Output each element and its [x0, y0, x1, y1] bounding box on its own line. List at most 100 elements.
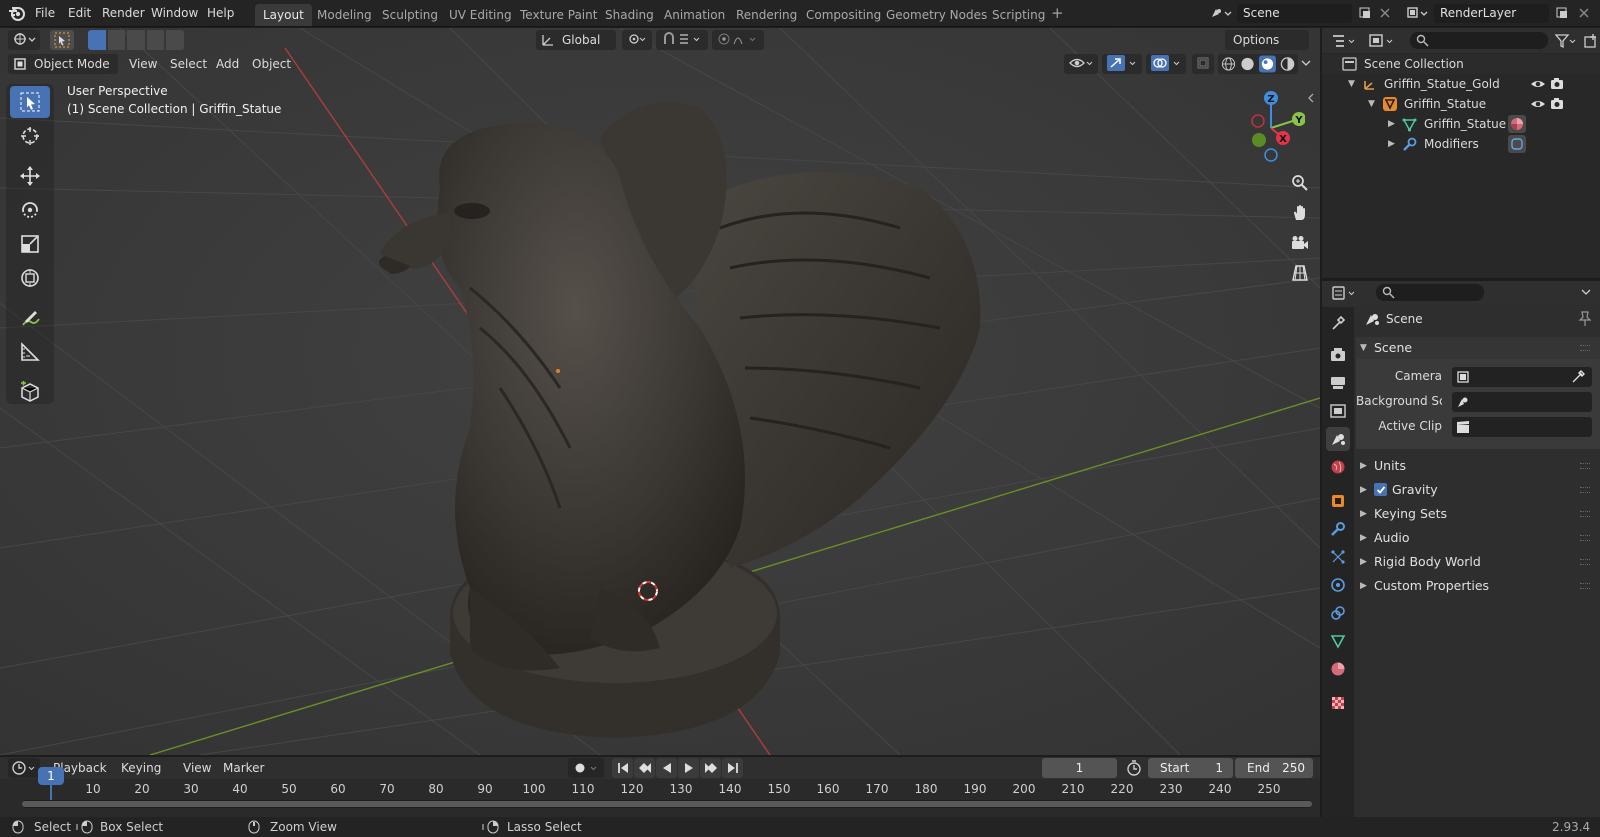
menu-object[interactable]: Object [245, 54, 298, 74]
new-scene-icon[interactable] [1354, 3, 1376, 23]
current-frame-field[interactable]: 1 [1042, 758, 1117, 778]
measure-tool-icon[interactable] [10, 336, 50, 368]
tab-texture-paint[interactable]: Texture Paint [512, 4, 605, 26]
tool-settings-tab-icon[interactable] [1326, 311, 1350, 335]
tab-modeling[interactable]: Modeling [309, 4, 380, 26]
filter-icon[interactable] [1552, 31, 1580, 51]
properties-search-input[interactable] [1376, 284, 1484, 301]
expand-arrow-icon[interactable]: ▼ [1368, 94, 1375, 114]
section-units[interactable]: ▶ Units [1356, 455, 1600, 477]
ortho-grid-icon[interactable] [1287, 260, 1313, 286]
select-box-tool-icon[interactable] [10, 86, 50, 118]
particles-tab-icon[interactable] [1326, 545, 1350, 569]
tab-animation[interactable]: Animation [656, 4, 733, 26]
mode-set-icon[interactable] [88, 30, 106, 50]
drag-grip-icon[interactable] [1580, 583, 1590, 589]
data-tab-icon[interactable] [1326, 629, 1350, 653]
tab-uv-editing[interactable]: UV Editing [441, 4, 520, 26]
jump-keyframe-forward-icon[interactable] [700, 758, 721, 778]
properties-editor-type-icon[interactable] [1328, 283, 1360, 303]
scene-tab-icon[interactable] [1326, 427, 1350, 451]
jump-start-icon[interactable] [612, 758, 633, 778]
add-workspace-icon[interactable]: + [1051, 6, 1064, 21]
outliner-row-griffin-statue-object[interactable]: ▼ Griffin_Statue [1322, 94, 1600, 114]
display-mode-icon[interactable] [1366, 31, 1398, 51]
keying-menu[interactable]: Keying [114, 758, 179, 778]
snap-icon[interactable] [656, 30, 708, 50]
scene-panel-header[interactable]: ▼ Scene [1356, 337, 1600, 359]
section-audio[interactable]: ▶ Audio [1356, 527, 1600, 549]
navigation-gizmo[interactable]: X Y Z [1225, 86, 1305, 166]
scrollbar-thumb[interactable] [22, 801, 1312, 807]
layer-browse-icon[interactable] [1402, 3, 1432, 23]
menu-select[interactable]: Select [163, 54, 214, 74]
menu-help[interactable]: Help [201, 3, 240, 23]
outliner-search-input[interactable] [1410, 32, 1548, 49]
expand-arrow-icon[interactable]: ▶ [1388, 134, 1395, 154]
jump-keyframe-back-icon[interactable] [634, 758, 655, 778]
properties-options-icon[interactable] [1580, 287, 1592, 297]
visibility-icon[interactable] [1064, 54, 1098, 74]
render-tab-icon[interactable] [1326, 343, 1350, 367]
menu-add[interactable]: Add [209, 54, 246, 74]
view-layer-field[interactable]: RenderLayer [1434, 4, 1549, 23]
tab-compositing[interactable]: Compositing [798, 4, 889, 26]
auto-keying-icon[interactable] [568, 758, 604, 778]
proportional-edit-icon[interactable] [712, 30, 764, 50]
wireframe-shading-icon[interactable] [1221, 56, 1236, 72]
solid-shading-icon[interactable] [1240, 56, 1255, 72]
timeline-scrollbar[interactable] [22, 800, 1312, 808]
drag-grip-icon[interactable] [1580, 345, 1590, 351]
expand-arrow-icon[interactable]: ▶ [1388, 114, 1395, 134]
pan-hand-icon[interactable] [1287, 200, 1313, 226]
viewport-canvas[interactable] [0, 28, 1320, 755]
physics-tab-icon[interactable] [1326, 573, 1350, 597]
scale-tool-icon[interactable] [10, 228, 50, 260]
scene-browse-icon[interactable] [1206, 3, 1236, 23]
timeline-view-menu[interactable]: View [176, 758, 218, 778]
scene-name-field[interactable]: Scene [1237, 4, 1352, 23]
material-shading-icon[interactable] [1259, 55, 1276, 73]
background-scene-field[interactable] [1452, 392, 1592, 412]
material-tab-icon[interactable] [1326, 657, 1350, 681]
camera-render-icon[interactable] [1550, 97, 1564, 111]
rotate-tool-icon[interactable] [10, 194, 50, 226]
outliner-row-griffin-statue-gold[interactable]: ▼ Griffin_Statue_Gold [1322, 74, 1600, 94]
section-custom-properties[interactable]: ▶ Custom Properties [1356, 575, 1600, 597]
mode-intersect-icon[interactable] [166, 30, 184, 50]
select-tool-icon[interactable] [50, 30, 74, 50]
cursor-tool-icon[interactable] [10, 120, 50, 152]
menu-file[interactable]: File [29, 3, 61, 23]
pin-icon[interactable] [1578, 311, 1592, 327]
outliner-row-modifiers[interactable]: ▶ Modifiers [1322, 134, 1600, 154]
world-tab-icon[interactable] [1326, 455, 1350, 479]
section-rigid-body-world[interactable]: ▶ Rigid Body World [1356, 551, 1600, 573]
playhead-indicator[interactable]: 1 [38, 767, 64, 785]
menu-render[interactable]: Render [96, 3, 151, 23]
modifier-tab-icon[interactable] [1326, 517, 1350, 541]
menu-view[interactable]: View [122, 54, 164, 74]
add-cube-tool-icon[interactable] [10, 376, 50, 408]
camera-render-icon[interactable] [1550, 77, 1564, 91]
outliner-editor-type-icon[interactable] [1328, 31, 1360, 51]
tab-layout[interactable]: Layout [255, 4, 312, 26]
rendered-shading-icon[interactable] [1280, 56, 1295, 72]
camera-view-icon[interactable] [1287, 230, 1313, 256]
tab-scripting[interactable]: Scripting [984, 4, 1053, 26]
annotate-tool-icon[interactable] [10, 302, 50, 334]
eyedropper-icon[interactable] [1570, 369, 1586, 385]
delete-layer-icon[interactable] [1573, 3, 1595, 23]
play-reverse-icon[interactable] [656, 758, 677, 778]
section-gravity[interactable]: ▶ Gravity [1356, 479, 1600, 501]
active-clip-field[interactable] [1452, 417, 1592, 437]
tab-rendering[interactable]: Rendering [728, 4, 805, 26]
preview-range-icon[interactable] [1122, 758, 1146, 778]
modifier-subsurf-icon[interactable] [1508, 135, 1526, 153]
play-icon[interactable] [678, 758, 699, 778]
new-collection-icon[interactable] [1580, 31, 1600, 51]
end-frame-field[interactable]: End 250 [1235, 758, 1313, 778]
expand-arrow-icon[interactable]: ▼ [1348, 74, 1355, 94]
3d-viewport[interactable]: Global Options Object Mode View Select A… [0, 28, 1320, 755]
move-tool-icon[interactable] [10, 160, 50, 192]
transform-tool-icon[interactable] [10, 262, 50, 294]
